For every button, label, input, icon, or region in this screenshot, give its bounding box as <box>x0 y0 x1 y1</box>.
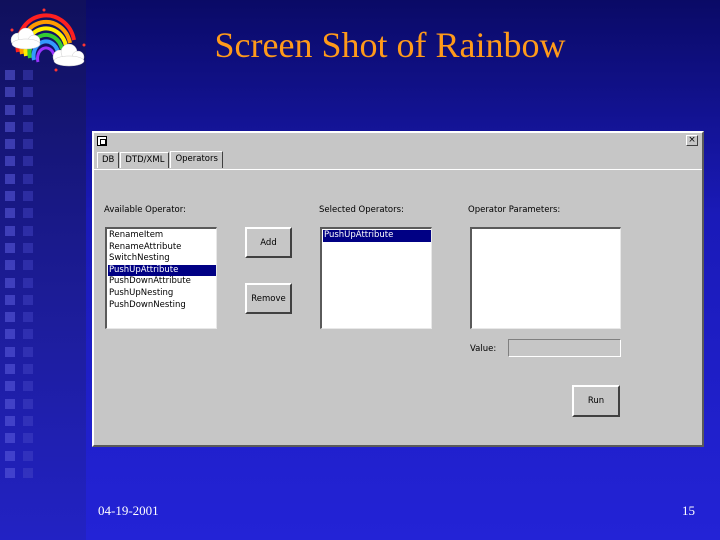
list-item[interactable]: PushDownAttribute <box>108 276 216 288</box>
selected-operators-label: Selected Operators: <box>319 205 404 215</box>
list-item[interactable]: RenameAttribute <box>108 242 216 254</box>
left-decor-strip <box>0 0 86 540</box>
decor-square <box>23 191 33 202</box>
list-item[interactable]: RenameItem <box>108 230 216 242</box>
decor-square <box>5 139 15 150</box>
decor-square <box>23 173 33 184</box>
decor-square <box>23 415 33 426</box>
decor-square <box>23 433 33 444</box>
decor-square <box>23 364 33 375</box>
decor-square <box>5 121 15 132</box>
decor-square <box>23 87 33 98</box>
decor-square <box>5 104 15 115</box>
close-icon: × <box>688 135 696 145</box>
value-field[interactable] <box>508 339 621 357</box>
tab-dtd-xml[interactable]: DTD/XML <box>120 152 170 168</box>
app-window: × DB DTD/XML Operators Available Operato… <box>92 131 704 447</box>
list-item[interactable]: PushDownNesting <box>108 300 216 312</box>
remove-button[interactable]: Remove <box>245 283 292 314</box>
decor-square <box>5 346 15 357</box>
list-item[interactable]: SwitchNesting <box>108 253 216 265</box>
close-button[interactable]: × <box>686 135 698 146</box>
decor-square <box>23 208 33 219</box>
tab-bar: DB DTD/XML Operators <box>97 151 224 169</box>
app-icon <box>97 136 107 146</box>
decor-square <box>23 294 33 305</box>
decor-squares-column <box>20 70 38 485</box>
decor-square <box>23 312 33 323</box>
decor-squares-column <box>2 70 20 485</box>
slide-title: Screen Shot of Rainbow <box>214 25 566 65</box>
decor-square <box>5 415 15 426</box>
decor-square <box>23 156 33 167</box>
decor-square <box>23 139 33 150</box>
add-button[interactable]: Add <box>245 227 292 258</box>
value-label: Value: <box>470 344 497 354</box>
decor-square <box>23 260 33 271</box>
footer-date: 04-19-2001 <box>98 503 159 518</box>
window-titlebar[interactable]: × <box>94 133 702 149</box>
decor-square <box>5 191 15 202</box>
decor-square <box>5 450 15 461</box>
available-operator-label: Available Operator: <box>104 205 186 215</box>
decor-square <box>5 277 15 288</box>
decor-square <box>5 433 15 444</box>
decor-square <box>5 329 15 340</box>
decor-square <box>23 121 33 132</box>
decor-square <box>5 467 15 478</box>
decor-square <box>23 467 33 478</box>
available-operator-list[interactable]: RenameItem RenameAttribute SwitchNesting… <box>105 227 217 329</box>
decor-square <box>5 398 15 409</box>
decor-square <box>5 364 15 375</box>
operator-parameters-label: Operator Parameters: <box>468 205 561 215</box>
decor-square <box>23 104 33 115</box>
tab-operators[interactable]: Operators <box>170 151 223 168</box>
decor-square <box>5 173 15 184</box>
decor-square <box>23 346 33 357</box>
decor-square <box>5 225 15 236</box>
run-button[interactable]: Run <box>572 385 620 417</box>
tab-divider <box>94 169 702 170</box>
decor-square <box>5 208 15 219</box>
list-item[interactable]: PushUpNesting <box>108 288 216 300</box>
decor-square <box>5 156 15 167</box>
decor-square <box>5 294 15 305</box>
footer-page-number: 15 <box>682 503 695 518</box>
operator-parameters-box[interactable] <box>470 227 621 329</box>
decor-square <box>23 329 33 340</box>
decor-square <box>5 260 15 271</box>
decor-square <box>23 398 33 409</box>
decor-square <box>5 242 15 253</box>
decor-square <box>23 242 33 253</box>
rainbow-logo-icon <box>10 8 86 72</box>
decor-square <box>23 277 33 288</box>
tab-db[interactable]: DB <box>97 152 120 168</box>
decor-square <box>5 381 15 392</box>
decor-square <box>5 312 15 323</box>
decor-square <box>23 450 33 461</box>
decor-square <box>5 87 15 98</box>
decor-square <box>23 225 33 236</box>
list-item[interactable]: PushUpAttribute <box>108 264 216 277</box>
selected-operators-list[interactable]: PushUpAttribute <box>320 227 432 329</box>
decor-square <box>23 381 33 392</box>
list-item[interactable]: PushUpAttribute <box>323 230 431 242</box>
